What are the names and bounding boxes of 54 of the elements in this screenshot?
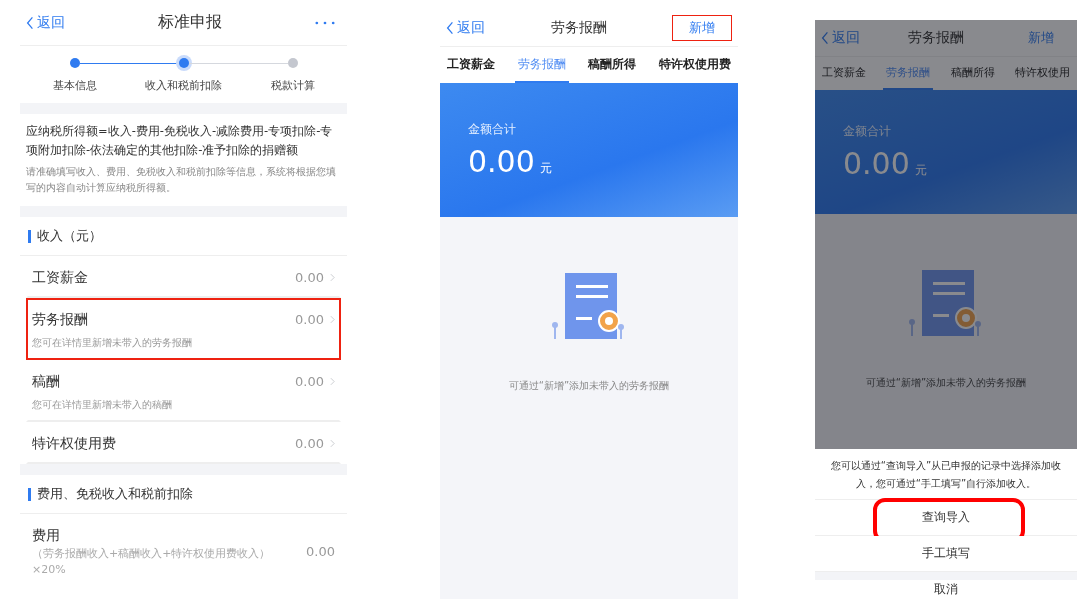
row-label: 稿酬 [32, 372, 61, 391]
row-note: 您可在详情里新增未带入的稿酬 [32, 398, 173, 412]
row-value: 0.00 [295, 435, 324, 451]
tab[interactable]: 工资薪金 [444, 47, 498, 83]
income-row[interactable]: 稿酬 0.00 您可在详情里新增未带入的稿酬 [26, 360, 341, 422]
step-label: 基本信息 [52, 78, 97, 93]
chevron-icon [330, 272, 335, 282]
chevron-icon [330, 376, 335, 386]
currency-unit: 元 [539, 160, 552, 177]
section-marker [28, 229, 31, 243]
currency-unit: 元 [914, 162, 927, 179]
total-label: 金额合计 [843, 123, 892, 140]
tab[interactable]: 稿酬所得 [947, 57, 998, 90]
chevron-icon [330, 438, 335, 448]
back-button[interactable]: 返回 [446, 19, 485, 37]
back-button[interactable]: 返回 [26, 13, 65, 32]
hint-text: 请准确填写收入、费用、免税收入和税前扣除等信息，系统将根据您填写的内容自动计算应纳税所得额。 [26, 165, 337, 195]
row-value: 0.00 [295, 269, 324, 285]
empty-state-text: 可通过“新增”添加未带入的劳务报酬 [508, 379, 670, 393]
total-label: 金额合计 [468, 121, 517, 138]
back-icon[interactable] [26, 15, 34, 30]
tab[interactable]: 工资薪金 [819, 57, 869, 90]
row-label: 工资薪金 [32, 268, 89, 287]
total-amount: 0.00 [843, 146, 910, 181]
row-label: 特许权使用费 [32, 434, 117, 453]
section-title: 费用、免税收入和税前扣除 [37, 485, 193, 503]
row-label: 劳务报酬 [32, 310, 89, 329]
section-marker [28, 487, 31, 501]
more-icon[interactable] [315, 20, 335, 25]
row-value: 0.00 [295, 373, 324, 389]
tab[interactable]: 特许权使用费 [655, 47, 734, 83]
income-row[interactable]: 工资薪金 0.00 [26, 256, 341, 298]
empty-state-text: 可通过“新增”添加未带入的劳务报酬 [865, 376, 1027, 390]
row-value: 0.00 [295, 311, 324, 327]
formula-text: 应纳税所得额=收入-费用-免税收入-减除费用-专项扣除-专项附加扣除-依法确定的其他扣除-准予扣除的捐赠额 [26, 123, 334, 159]
row-label: 费用 [32, 526, 61, 545]
total-amount: 0.00 [468, 144, 535, 179]
screen-title: 劳务报酬 [550, 19, 607, 37]
back-icon[interactable] [821, 31, 829, 45]
step-label: 税款计算 [270, 78, 315, 93]
screen-title: 劳务报酬 [907, 29, 964, 47]
income-row[interactable]: 费用 （劳务报酬收入+稿酬收入+特许权使用费收入）×20% 0.00 [26, 514, 341, 588]
row-value: 0.00 [306, 543, 335, 559]
section-title: 收入（元） [37, 227, 102, 245]
back-icon[interactable] [446, 21, 454, 35]
income-row[interactable]: 劳务报酬 0.00 您可在详情里新增未带入的劳务报酬 [26, 298, 341, 360]
row-note: （劳务报酬收入+稿酬收入+特许权使用费收入）×20% [32, 546, 272, 578]
screen-title: 标准申报 [158, 12, 222, 33]
tab[interactable]: 特许权使用 [1012, 57, 1073, 90]
row-note: 您可在详情里新增未带入的劳务报酬 [32, 336, 193, 350]
step-label: 收入和税前扣除 [145, 78, 222, 93]
chevron-icon [330, 314, 335, 324]
add-button[interactable]: 新增 [672, 15, 732, 41]
tab[interactable]: 稿酬所得 [585, 47, 640, 83]
